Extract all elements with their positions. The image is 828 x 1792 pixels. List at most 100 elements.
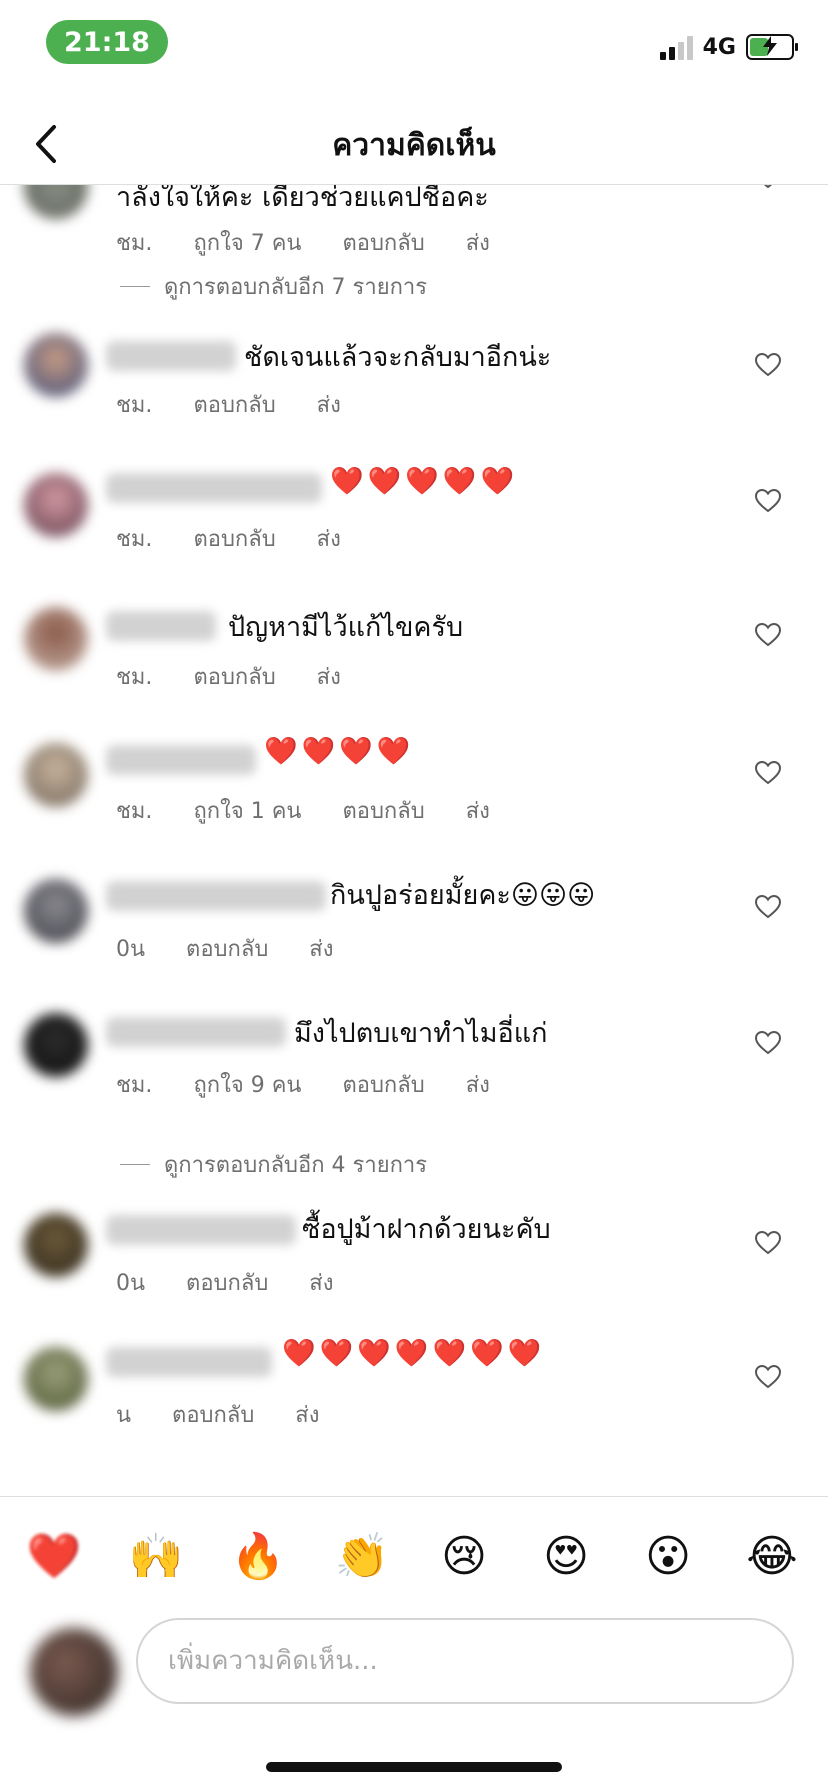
avatar[interactable]	[24, 743, 88, 807]
view-replies-label: ดูการตอบกลับอีก 4 รายการ	[164, 1153, 428, 1178]
username[interactable]	[106, 341, 236, 371]
send-button[interactable]: ส่ง	[309, 1271, 333, 1296]
comment-time: 0น	[116, 937, 146, 962]
username[interactable]	[106, 1017, 286, 1047]
avatar[interactable]	[24, 879, 88, 943]
reply-button[interactable]: ตอบกลับ	[342, 1073, 424, 1098]
avatar[interactable]	[24, 1347, 88, 1411]
reply-button[interactable]: ตอบกลับ	[193, 527, 275, 552]
avatar[interactable]	[24, 1013, 88, 1077]
heart-outline-icon	[755, 623, 781, 647]
comment-text: ปัญหามีไว้แก้ไขครับ	[228, 612, 464, 643]
comment-text: มึงไปตบเขาทำไมอี่แก่	[294, 1018, 548, 1049]
like-button[interactable]	[752, 1227, 784, 1259]
navigation-bar: ความคิดเห็น	[0, 100, 828, 185]
status-bar: 21:18 4G	[0, 0, 828, 100]
comment-meta: ชม. ตอบกลับ ส่ง	[116, 521, 375, 556]
comment-text: ชัดเจนแล้วจะกลับมาอีกน่ะ	[244, 342, 552, 373]
home-indicator[interactable]	[266, 1762, 562, 1772]
username[interactable]	[106, 745, 256, 775]
heart-outline-icon	[763, 185, 773, 189]
reply-button[interactable]: ตอบกลับ	[186, 1271, 268, 1296]
comment-text: ซื้อปูม้าฝากด้วยนะคับ	[302, 1214, 551, 1245]
like-button[interactable]	[752, 1361, 784, 1393]
send-button[interactable]: ส่ง	[317, 527, 341, 552]
comment-meta: ชม. ถูกใจ 1 คน ตอบกลับ ส่ง	[116, 793, 524, 828]
send-button[interactable]: ส่ง	[309, 937, 333, 962]
clapping-hands-emoji-button[interactable]: 👏	[334, 1529, 390, 1585]
red-heart-emoji-button[interactable]: ❤️	[26, 1529, 82, 1585]
comment-meta: 0น ตอบกลับ ส่ง	[116, 931, 367, 966]
emoji-reaction-bar: ❤️ 🙌 🔥 👏 😢 😍 😮 😂	[0, 1496, 828, 1617]
avatar[interactable]	[24, 473, 88, 537]
view-replies-button[interactable]: ดูการตอบกลับอีก 4 รายการ	[120, 1147, 427, 1182]
send-button[interactable]: ส่ง	[466, 231, 490, 256]
comment-meta: 0น ตอบกลับ ส่ง	[116, 1265, 367, 1300]
comment-text: ❤️❤️❤️❤️❤️❤️❤️	[282, 1338, 546, 1369]
heart-outline-icon	[755, 761, 781, 785]
like-button[interactable]	[752, 891, 784, 923]
comment-likes[interactable]: ถูกใจ 7 คน	[193, 231, 301, 256]
like-button[interactable]	[752, 485, 784, 517]
heart-outline-icon	[755, 1365, 781, 1389]
like-button[interactable]	[752, 1027, 784, 1059]
comment-time: ชม.	[116, 231, 153, 256]
comment-text: าลังใจให้คะ เดี๋ยวช่วยแคปชื่อคะ	[116, 185, 489, 213]
comment-time: ชม.	[116, 799, 153, 824]
reply-button[interactable]: ตอบกลับ	[342, 799, 424, 824]
comment-text: ❤️❤️❤️❤️❤️	[330, 466, 519, 497]
avatar[interactable]	[24, 1213, 88, 1277]
send-button[interactable]: ส่ง	[466, 799, 490, 824]
heart-eyes-emoji-button[interactable]: 😍	[538, 1529, 594, 1585]
username[interactable]	[106, 1347, 272, 1377]
like-button[interactable]	[752, 185, 784, 193]
username[interactable]	[106, 1215, 296, 1245]
comment-time: 0น	[116, 1271, 146, 1296]
reply-button[interactable]: ตอบกลับ	[172, 1403, 254, 1428]
comment-meta: ชม. ตอบกลับ ส่ง	[116, 659, 375, 694]
raising-hands-emoji-button[interactable]: 🙌	[128, 1529, 184, 1585]
page-title: ความคิดเห็น	[332, 128, 496, 163]
reply-button[interactable]: ตอบกลับ	[186, 937, 268, 962]
comment-time: น	[116, 1403, 132, 1428]
comment-input[interactable]	[136, 1618, 794, 1704]
network-type: 4G	[702, 34, 736, 60]
send-button[interactable]: ส่ง	[295, 1403, 319, 1428]
status-time: 21:18	[46, 20, 168, 64]
reply-button[interactable]: ตอบกลับ	[342, 231, 424, 256]
comment-text: กินปูอร่อยมั้ยคะ😛😛😛	[330, 880, 596, 911]
comment-meta: ชม. ตอบกลับ ส่ง	[116, 387, 375, 422]
avatar[interactable]	[24, 185, 88, 219]
like-button[interactable]	[752, 757, 784, 789]
heart-outline-icon	[755, 895, 781, 919]
avatar[interactable]	[24, 607, 88, 671]
like-button[interactable]	[752, 619, 784, 651]
username[interactable]	[106, 473, 322, 503]
comment-time: ชม.	[116, 665, 153, 690]
reply-button[interactable]: ตอบกลับ	[193, 665, 275, 690]
send-button[interactable]: ส่ง	[317, 665, 341, 690]
view-replies-label: ดูการตอบกลับอีก 7 รายการ	[164, 275, 428, 300]
status-icons: 4G	[659, 34, 798, 60]
view-replies-button[interactable]: ดูการตอบกลับอีก 7 รายการ	[120, 269, 427, 304]
send-button[interactable]: ส่ง	[317, 393, 341, 418]
comments-list[interactable]: าลังใจให้คะ เดี๋ยวช่วยแคปชื่อคะ ชม. ถูกใ…	[0, 185, 828, 1495]
username[interactable]	[106, 611, 216, 641]
surprised-face-emoji-button[interactable]: 😮	[640, 1529, 696, 1585]
comment-time: ชม.	[116, 527, 153, 552]
like-button[interactable]	[752, 349, 784, 381]
username[interactable]	[106, 881, 326, 911]
comment-text: ❤️❤️❤️❤️	[264, 736, 415, 767]
comment-meta: น ตอบกลับ ส่ง	[116, 1397, 353, 1432]
comment-meta: ชม. ถูกใจ 9 คน ตอบกลับ ส่ง	[116, 1067, 524, 1102]
comment-likes[interactable]: ถูกใจ 9 คน	[193, 1073, 301, 1098]
crying-face-emoji-button[interactable]: 😢	[436, 1529, 492, 1585]
comment-likes[interactable]: ถูกใจ 1 คน	[193, 799, 301, 824]
avatar[interactable]	[24, 333, 88, 397]
send-button[interactable]: ส่ง	[466, 1073, 490, 1098]
reply-button[interactable]: ตอบกลับ	[193, 393, 275, 418]
fire-emoji-button[interactable]: 🔥	[230, 1529, 286, 1585]
laughing-tears-emoji-button[interactable]: 😂	[744, 1529, 800, 1585]
battery-charging-icon	[746, 34, 798, 60]
comment-composer	[0, 1618, 828, 1718]
